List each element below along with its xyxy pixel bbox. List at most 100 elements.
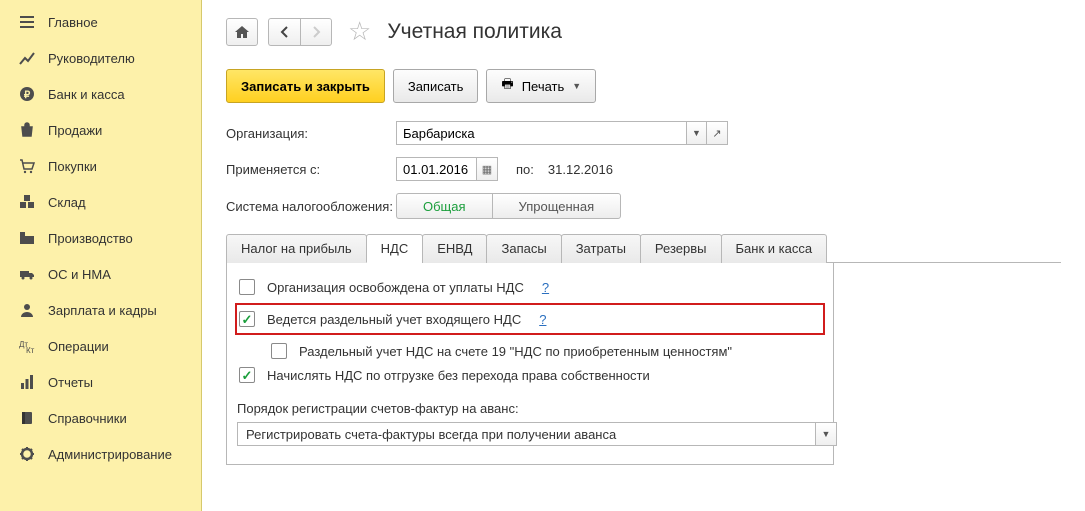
main-content: ☆ Учетная политика Записать и закрыть За… — [202, 0, 1085, 511]
sidebar-item-hr[interactable]: Зарплата и кадры — [0, 292, 201, 328]
sidebar-item-assets[interactable]: ОС и НМА — [0, 256, 201, 292]
chk-account19-row: Раздельный учет НДС на счете 19 "НДС по … — [237, 339, 823, 363]
back-button[interactable] — [268, 18, 300, 46]
report-icon — [18, 373, 36, 391]
sidebar-item-label: Зарплата и кадры — [48, 303, 157, 318]
chevron-down-icon[interactable]: ▼ — [815, 422, 837, 446]
date-from-input[interactable] — [396, 157, 476, 181]
org-dropdown-button[interactable]: ▼ — [686, 121, 706, 145]
advance-order-block: Порядок регистрации счетов-фактур на ава… — [237, 401, 823, 446]
sidebar-item-label: Склад — [48, 195, 86, 210]
ops-icon: ДтКт — [18, 337, 36, 355]
sidebar: Главное Руководителю ₽ Банк и касса Прод… — [0, 0, 202, 511]
tab-nds[interactable]: НДС — [366, 234, 424, 263]
forward-button[interactable] — [300, 18, 332, 46]
chk-accrue-label: Начислять НДС по отгрузке без перехода п… — [267, 368, 650, 383]
chk-accrue[interactable] — [239, 367, 255, 383]
org-input[interactable] — [396, 121, 686, 145]
tax-row: Система налогообложения: Общая Упрощенна… — [226, 193, 1061, 219]
sidebar-item-admin[interactable]: Администрирование — [0, 436, 201, 472]
sidebar-item-main[interactable]: Главное — [0, 4, 201, 40]
chk-separate-row: Ведется раздельный учет входящего НДС ? — [235, 303, 825, 335]
truck-icon — [18, 265, 36, 283]
chk-separate[interactable] — [239, 311, 255, 327]
sidebar-item-label: Руководителю — [48, 51, 135, 66]
sidebar-item-reports[interactable]: Отчеты — [0, 364, 201, 400]
org-row: Организация: ▼ ↗ — [226, 121, 1061, 145]
sidebar-item-sales[interactable]: Продажи — [0, 112, 201, 148]
nds-tab-content: Организация освобождена от уплаты НДС ? … — [226, 263, 834, 465]
tabs: Налог на прибыль НДС ЕНВД Запасы Затраты… — [226, 233, 1061, 263]
chk-exempt[interactable] — [239, 279, 255, 295]
sidebar-item-label: Покупки — [48, 159, 97, 174]
sidebar-item-label: Главное — [48, 15, 98, 30]
tab-reserves[interactable]: Резервы — [640, 234, 722, 263]
advance-order-select[interactable]: Регистрировать счета-фактуры всегда при … — [237, 422, 837, 446]
sidebar-item-operations[interactable]: ДтКт Операции — [0, 328, 201, 364]
sidebar-item-production[interactable]: Производство — [0, 220, 201, 256]
applies-row: Применяется с: ▦ по: 31.12.2016 — [226, 157, 1061, 181]
save-close-button[interactable]: Записать и закрыть — [226, 69, 385, 103]
tax-label: Система налогообложения: — [226, 199, 396, 214]
tab-costs[interactable]: Затраты — [561, 234, 641, 263]
svg-text:Кт: Кт — [26, 346, 35, 354]
sidebar-item-label: Операции — [48, 339, 109, 354]
title-bar: ☆ Учетная политика — [226, 16, 1061, 47]
advance-order-value: Регистрировать счета-фактуры всегда при … — [237, 422, 815, 446]
chk-account19[interactable] — [271, 343, 287, 359]
sidebar-item-label: Производство — [48, 231, 133, 246]
person-icon — [18, 301, 36, 319]
chk-account19-label: Раздельный учет НДС на счете 19 "НДС по … — [299, 344, 732, 359]
calendar-icon[interactable]: ▦ — [476, 157, 498, 181]
tab-envd[interactable]: ЕНВД — [422, 234, 487, 263]
boxes-icon — [18, 193, 36, 211]
nav-buttons — [268, 18, 332, 46]
sidebar-item-label: Справочники — [48, 411, 127, 426]
printer-icon: 🖶 — [501, 75, 513, 97]
sidebar-item-warehouse[interactable]: Склад — [0, 184, 201, 220]
chk-accrue-row: Начислять НДС по отгрузке без перехода п… — [237, 363, 823, 387]
help-link[interactable]: ? — [539, 312, 546, 327]
sidebar-item-bank[interactable]: ₽ Банк и касса — [0, 76, 201, 112]
help-link[interactable]: ? — [542, 280, 549, 295]
home-button[interactable] — [226, 18, 258, 46]
tax-general-button[interactable]: Общая — [396, 193, 492, 219]
sidebar-item-manager[interactable]: Руководителю — [0, 40, 201, 76]
to-label: по: — [516, 162, 534, 177]
menu-icon — [18, 13, 36, 31]
tax-simple-button[interactable]: Упрощенная — [492, 193, 622, 219]
bag-icon — [18, 121, 36, 139]
sidebar-item-purchases[interactable]: Покупки — [0, 148, 201, 184]
page-title: Учетная политика — [387, 20, 562, 44]
factory-icon — [18, 229, 36, 247]
svg-text:₽: ₽ — [24, 90, 31, 101]
action-bar: Записать и закрыть Записать 🖶 Печать ▼ — [226, 69, 1061, 103]
tab-profit[interactable]: Налог на прибыль — [226, 234, 367, 263]
print-label: Печать — [522, 79, 565, 94]
chart-icon — [18, 49, 36, 67]
sidebar-item-label: Продажи — [48, 123, 102, 138]
advance-order-label: Порядок регистрации счетов-фактур на ава… — [237, 401, 823, 416]
tab-stock[interactable]: Запасы — [486, 234, 561, 263]
ruble-icon: ₽ — [18, 85, 36, 103]
chk-exempt-row: Организация освобождена от уплаты НДС ? — [237, 275, 823, 299]
tab-bank[interactable]: Банк и касса — [721, 234, 828, 263]
sidebar-item-catalogs[interactable]: Справочники — [0, 400, 201, 436]
date-to: 31.12.2016 — [548, 162, 613, 177]
print-button[interactable]: 🖶 Печать ▼ — [486, 69, 596, 103]
org-label: Организация: — [226, 126, 396, 141]
sidebar-item-label: Отчеты — [48, 375, 93, 390]
star-icon[interactable]: ☆ — [348, 16, 371, 47]
gear-icon — [18, 445, 36, 463]
save-button[interactable]: Записать — [393, 69, 479, 103]
chk-exempt-label: Организация освобождена от уплаты НДС — [267, 280, 524, 295]
org-open-button[interactable]: ↗ — [706, 121, 728, 145]
applies-label: Применяется с: — [226, 162, 396, 177]
cart-icon — [18, 157, 36, 175]
sidebar-item-label: Администрирование — [48, 447, 172, 462]
chevron-down-icon: ▼ — [572, 81, 581, 91]
chk-separate-label: Ведется раздельный учет входящего НДС — [267, 312, 521, 327]
sidebar-item-label: Банк и касса — [48, 87, 125, 102]
book-icon — [18, 409, 36, 427]
sidebar-item-label: ОС и НМА — [48, 267, 111, 282]
